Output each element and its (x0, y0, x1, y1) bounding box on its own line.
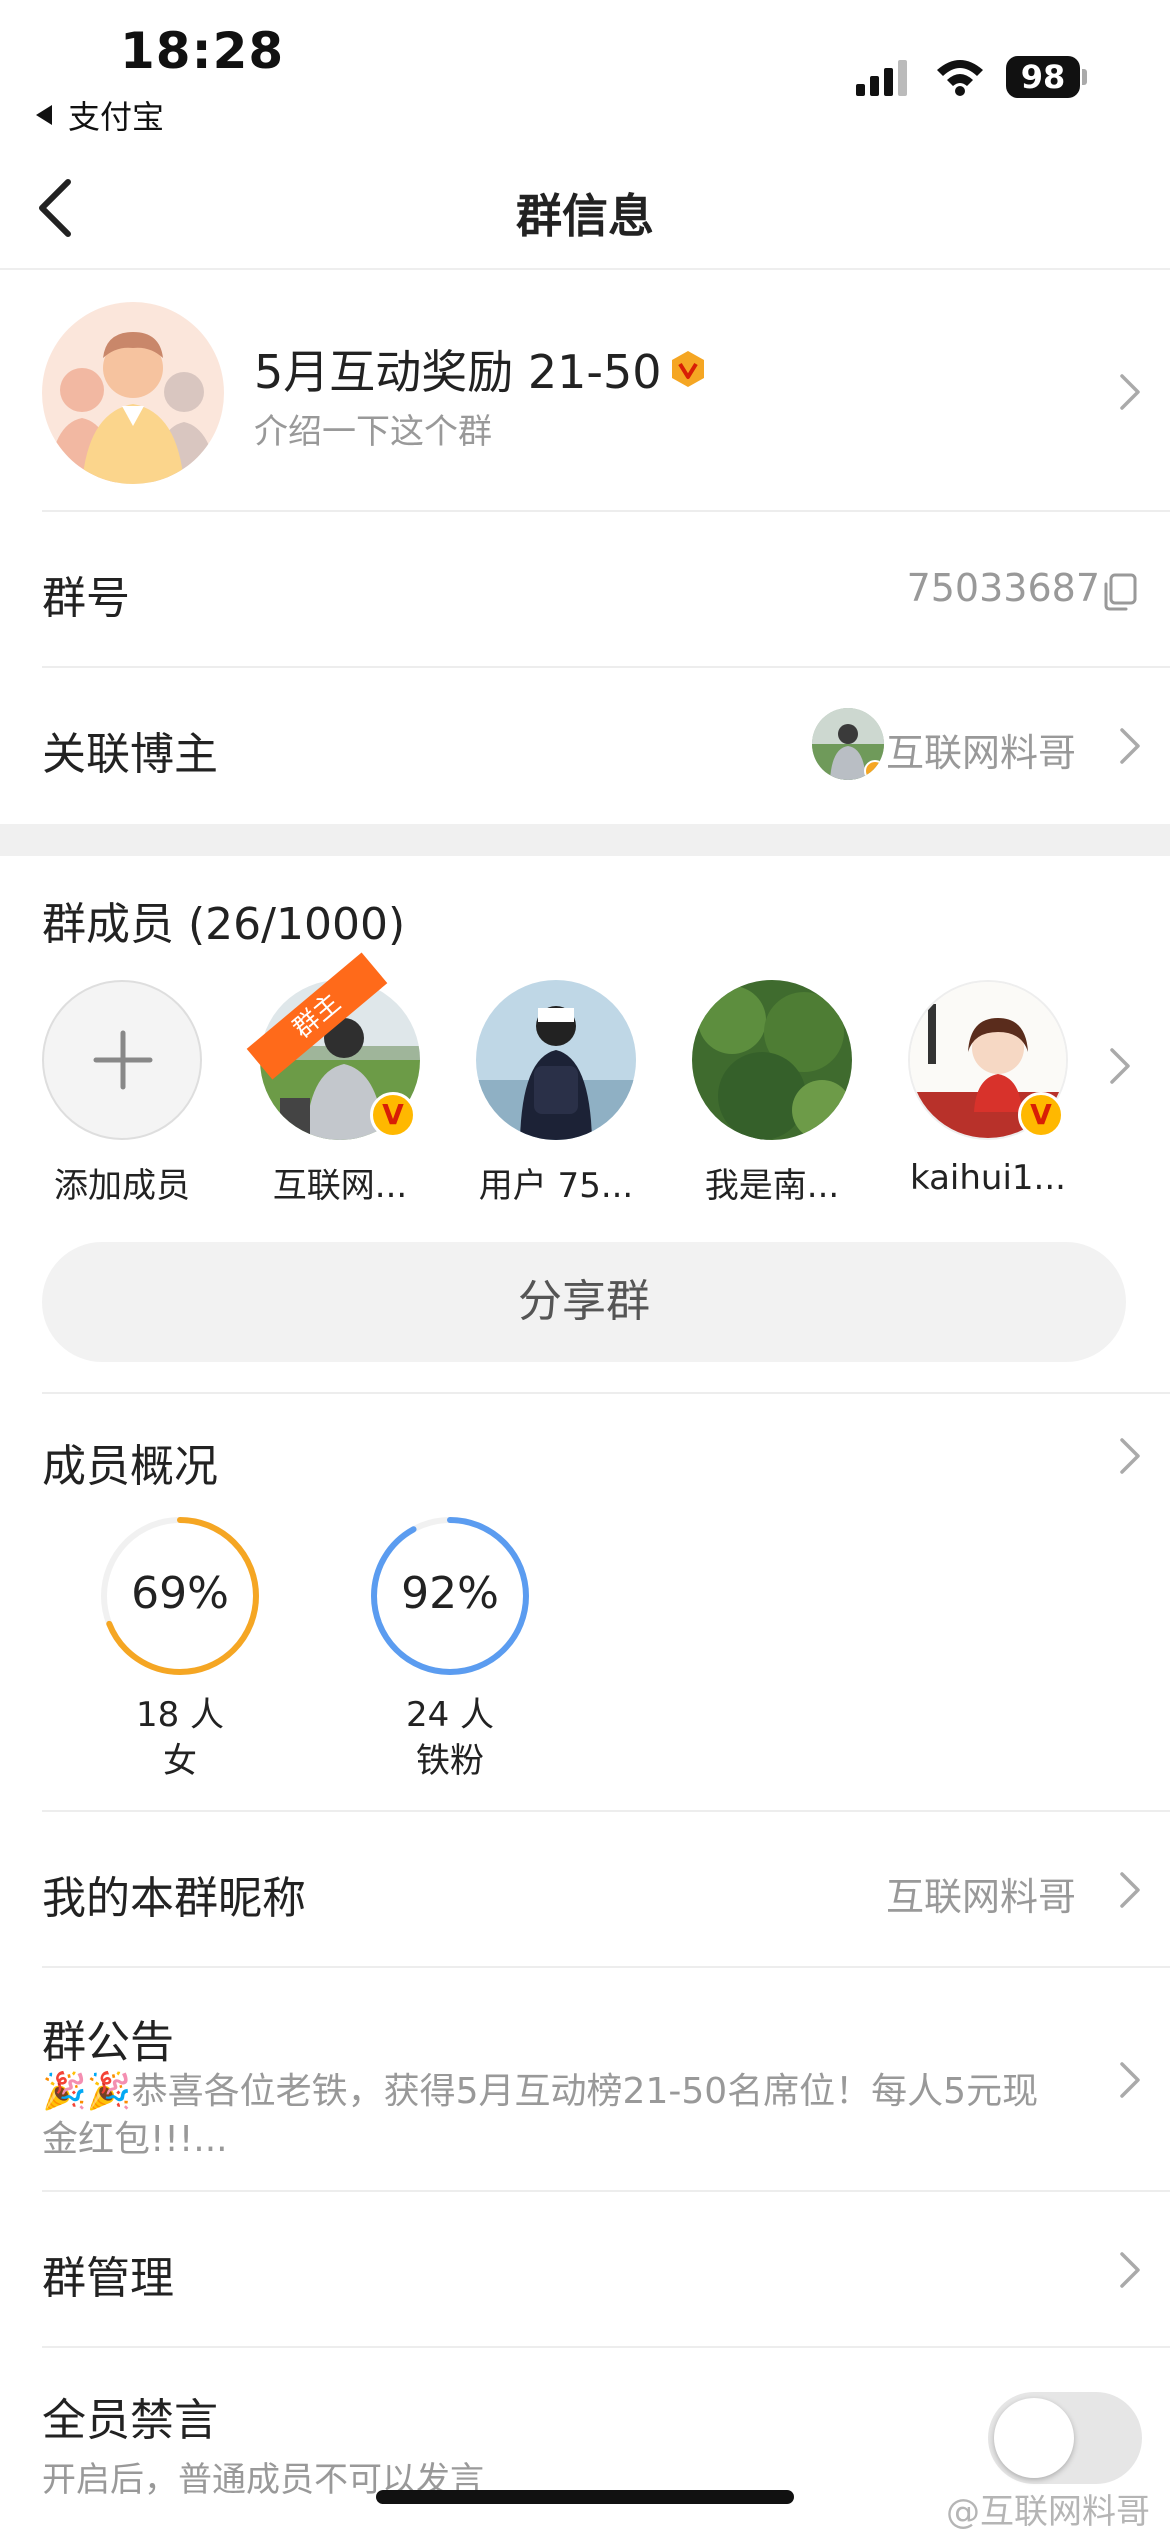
mute-all-toggle[interactable] (988, 2392, 1142, 2484)
group-intro: 介绍一下这个群 (254, 412, 492, 452)
add-member-button[interactable]: 添加成员 (42, 980, 212, 1206)
add-member-label: 添加成员 (54, 1166, 190, 1206)
group-name-text: 5月互动奖励 21-50 (254, 345, 662, 399)
member-item[interactable]: V kaihui1... (908, 980, 1078, 1200)
members-title: 群成员 (26/1000) (42, 899, 406, 950)
group-profile-row[interactable]: 5月互动奖励 21-50 介绍一下这个群 (42, 300, 1170, 512)
nickname-value: 互联网料哥 (885, 1875, 1076, 1919)
member-item[interactable]: 用户 75... (476, 980, 646, 1206)
mute-all-label: 全员禁言 (42, 2395, 218, 2446)
notice-text: 🎉🎉恭喜各位老铁，获得5月互动榜21-50名席位！每人5元现金红包!!!... (42, 2071, 1039, 2160)
manage-label: 群管理 (42, 2253, 174, 2304)
add-member-circle (42, 980, 202, 1140)
verified-v-icon: V (370, 1092, 416, 1138)
member-name: 用户 75... (478, 1166, 634, 1206)
stat-label: 女 (163, 1741, 197, 1781)
group-number-row: 群号 75033687 (42, 512, 1170, 668)
stat-caption: 18 人 女 (98, 1692, 262, 1784)
member-name: kaihui1... (910, 1158, 1066, 1198)
stat-count: 24 人 (405, 1695, 495, 1735)
linked-blogger-row[interactable]: 关联博主 互联网料哥 (42, 668, 1170, 824)
status-time: 18:28 (120, 22, 285, 80)
wifi-icon (937, 60, 983, 96)
toggle-knob (994, 2398, 1074, 2478)
back-triangle-icon (36, 105, 52, 125)
group-number-label: 群号 (42, 573, 130, 624)
notice-label: 群公告 (42, 2017, 174, 2068)
group-name: 5月互动奖励 21-50 (254, 336, 708, 402)
stat-ring: 69% (98, 1514, 262, 1678)
cellular-signal-icon (856, 60, 907, 96)
member-name: 互联网... (272, 1166, 408, 1206)
chevron-right-icon (1120, 728, 1140, 764)
chevron-right-icon (1120, 1872, 1140, 1908)
copy-icon[interactable] (1102, 572, 1138, 612)
battery-level: 98 (1006, 56, 1080, 98)
nickname-label: 我的本群昵称 (42, 1873, 306, 1924)
member-item[interactable]: 群主 V 互联网... (246, 952, 430, 1206)
chevron-right-icon (1120, 2252, 1140, 2288)
verified-v-icon: V (1018, 1092, 1064, 1138)
stat-percent: 69% (131, 1568, 229, 1619)
stat-count: 18 人 (135, 1695, 225, 1735)
member-name: 我是南... (704, 1166, 840, 1206)
back-to-app-link[interactable]: 支付宝 (36, 92, 164, 138)
home-indicator (376, 2490, 794, 2504)
stat-caption: 24 人 铁粉 (368, 1692, 532, 1784)
group-number-value: 75033687 (906, 566, 1100, 610)
back-app-label: 支付宝 (68, 98, 165, 136)
share-group-button[interactable]: 分享群 (42, 1242, 1126, 1362)
chevron-right-icon (1120, 374, 1140, 410)
member-item[interactable]: 我是南... (692, 980, 862, 1206)
group-manage-row[interactable]: 群管理 (42, 2192, 1170, 2348)
battery-indicator: 98 (1006, 56, 1087, 98)
member-overview-label: 成员概况 (42, 1441, 218, 1492)
stat-percent: 92% (401, 1568, 499, 1619)
section-divider (0, 824, 1170, 856)
linked-blogger-label: 关联博主 (42, 729, 218, 780)
stat-label: 铁粉 (416, 1741, 484, 1781)
stat-ring: 92% (368, 1514, 532, 1678)
watermark: @互联网料哥 (946, 2492, 1150, 2532)
group-notice-row[interactable]: 群公告 🎉🎉恭喜各位老铁，获得5月互动榜21-50名席位！每人5元现金红包!!!… (42, 1968, 1170, 2192)
plus-icon (93, 1030, 153, 1090)
page-title: 群信息 (516, 189, 654, 243)
nav-bar: 群信息 (0, 150, 1170, 270)
chevron-right-icon (1120, 1438, 1140, 1474)
member-avatar (476, 980, 636, 1140)
verified-badge-icon (671, 351, 704, 387)
my-group-nickname-row[interactable]: 我的本群昵称 互联网料哥 (42, 1812, 1170, 1968)
battery-nub (1082, 69, 1087, 85)
chevron-right-icon (1120, 2062, 1140, 2098)
blogger-avatar (812, 708, 884, 780)
member-overview-row[interactable]: 成员概况 69% 18 人 女 92% 24 人 铁粉 (42, 1392, 1170, 1812)
chevron-right-icon[interactable] (1108, 1046, 1132, 1086)
verified-dot-icon (864, 760, 884, 780)
status-bar: 18:28 支付宝 98 (0, 0, 1170, 140)
group-avatar (42, 302, 224, 484)
member-avatar (692, 980, 852, 1140)
blogger-name: 互联网料哥 (885, 731, 1076, 775)
